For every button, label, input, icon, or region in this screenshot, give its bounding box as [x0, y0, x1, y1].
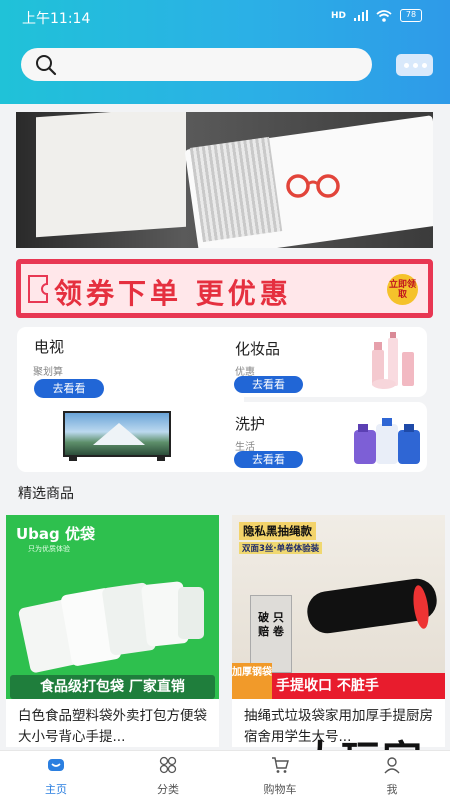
tab-label: 购物车 [263, 783, 297, 796]
product-banner: 食品级打包袋 厂家直销 [10, 675, 215, 699]
status-icons: HD 78 [331, 9, 422, 22]
tab-category[interactable]: 分类 [112, 751, 224, 800]
wipes-stack [189, 136, 283, 243]
tab-home[interactable]: 主页 [0, 751, 112, 800]
category-card-cosmetics[interactable]: 化妆品 优惠 去看看 [228, 327, 427, 397]
product-image: 隐私黑抽绳款 双面3丝·单卷体验装 破 只 赔 卷 加厚钢袋 手提收口 不脏手 [232, 515, 445, 699]
product-image: Ubag 优袋 只为优质体验 食品级打包袋 厂家直销 [6, 515, 219, 699]
product-card[interactable]: Ubag 优袋 只为优质体验 食品级打包袋 厂家直销 白色食品塑料袋外卖打包方便… [6, 515, 219, 747]
bottom-tab-bar: 主页 分类 购物车 我 [0, 750, 450, 800]
status-time: 上午11:14 [22, 11, 91, 27]
category-title: 化妆品 [235, 340, 281, 358]
bin-label: 破 只 赔 卷 [258, 611, 284, 638]
tab-cart[interactable]: 购物车 [224, 751, 336, 800]
cell-signal-icon [354, 10, 368, 21]
product-banner: 手提收口 不脏手 [276, 678, 379, 694]
product-tag: 隐私黑抽绳款 [239, 522, 316, 540]
coupon-claim-button[interactable]: 立即领取 [387, 274, 418, 305]
product-tag-secondary: 双面3丝·单卷体验装 [239, 542, 323, 554]
see-more-button[interactable]: 去看看 [234, 376, 303, 393]
home-icon [48, 759, 64, 771]
section-title: 精选商品 [18, 486, 74, 502]
search-icon [36, 55, 57, 76]
detergent-image [354, 418, 420, 464]
brand-slogan: 只为优质体验 [28, 545, 70, 553]
category-card-wash[interactable]: 洗护 生活 去看看 [228, 402, 427, 472]
signal-icon: HD [330, 10, 346, 21]
category-title: 电视 [34, 338, 65, 356]
category-title: 洗护 [235, 415, 266, 433]
more-button[interactable] [396, 54, 433, 76]
cosmetics-image [372, 332, 414, 389]
promo-banner[interactable] [16, 112, 433, 248]
status-bar: 上午11:14 HD 78 [0, 0, 450, 34]
cart-icon [272, 757, 289, 773]
category-card-tv[interactable]: 电视 聚划算 去看看 [17, 327, 244, 472]
search-input[interactable] [21, 48, 372, 81]
see-more-button[interactable]: 去看看 [234, 451, 303, 468]
tv-image [63, 411, 171, 463]
tab-label: 我 [386, 783, 398, 796]
coupon-banner[interactable]: 领券下单 更优惠 立即领取 [16, 259, 433, 318]
bags-image [18, 581, 204, 673]
tab-me[interactable]: 我 [336, 751, 448, 800]
category-icon [159, 756, 177, 774]
glasses-icon [286, 174, 340, 198]
product-box [36, 112, 186, 238]
tab-label: 分类 [157, 783, 179, 796]
coupon-text: 领券下单 更优惠 [54, 277, 292, 310]
ticket-icon [28, 275, 48, 303]
battery-icon: 78 [400, 9, 422, 22]
product-name: 白色食品塑料袋外卖打包方便袋大小号背心手提... [18, 708, 207, 745]
product-card[interactable]: 隐私黑抽绳款 双面3丝·单卷体验装 破 只 赔 卷 加厚钢袋 手提收口 不脏手 … [232, 515, 445, 747]
tab-label: 主页 [45, 783, 67, 796]
product-corner-badge: 加厚钢袋 [232, 663, 272, 699]
brand-logo: Ubag 优袋 [16, 525, 95, 543]
wifi-icon [376, 9, 392, 22]
see-more-button[interactable]: 去看看 [34, 379, 104, 398]
user-icon [384, 757, 400, 774]
category-subtitle: 聚划算 [33, 367, 63, 378]
more-dots-icon [404, 63, 427, 68]
header: 上午11:14 HD 78 [0, 0, 450, 104]
